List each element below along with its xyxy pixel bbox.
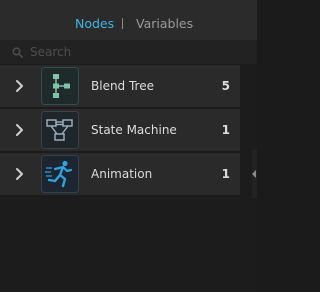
blend-tree-icon xyxy=(41,67,79,105)
node-label: Blend Tree xyxy=(91,79,154,93)
state-machine-thumbnail xyxy=(41,111,79,149)
node-row-animation[interactable]: Animation 1 xyxy=(0,153,240,195)
node-row-blend-tree[interactable]: Blend Tree 5 xyxy=(0,65,240,107)
collapse-arrow-icon[interactable] xyxy=(252,170,257,178)
node-count: 1 xyxy=(221,167,230,181)
chevron-right-icon[interactable] xyxy=(14,79,24,93)
search-icon xyxy=(12,47,23,58)
animation-thumbnail xyxy=(41,155,79,193)
search-bar xyxy=(0,40,257,64)
node-label: Animation xyxy=(91,167,153,181)
chevron-right-icon[interactable] xyxy=(14,167,24,181)
tab-nodes[interactable]: Nodes xyxy=(75,17,114,31)
tab-bar: Nodes Variables xyxy=(0,6,257,40)
blend-tree-thumbnail xyxy=(41,67,79,105)
chevron-right-icon[interactable] xyxy=(14,123,24,137)
node-row-state-machine[interactable]: State Machine 1 xyxy=(0,109,240,151)
panel-resize-handle[interactable] xyxy=(252,150,257,198)
node-label: State Machine xyxy=(91,123,177,137)
animation-running-icon xyxy=(41,155,79,193)
node-count: 1 xyxy=(221,123,230,137)
node-count: 5 xyxy=(221,79,230,93)
state-machine-icon xyxy=(41,111,79,149)
tab-separator xyxy=(122,18,123,29)
node-palette-panel: Nodes Variables Search Blend Tree 5 Stat… xyxy=(0,0,257,292)
search-input[interactable] xyxy=(30,44,230,60)
tab-variables[interactable]: Variables xyxy=(136,17,193,31)
